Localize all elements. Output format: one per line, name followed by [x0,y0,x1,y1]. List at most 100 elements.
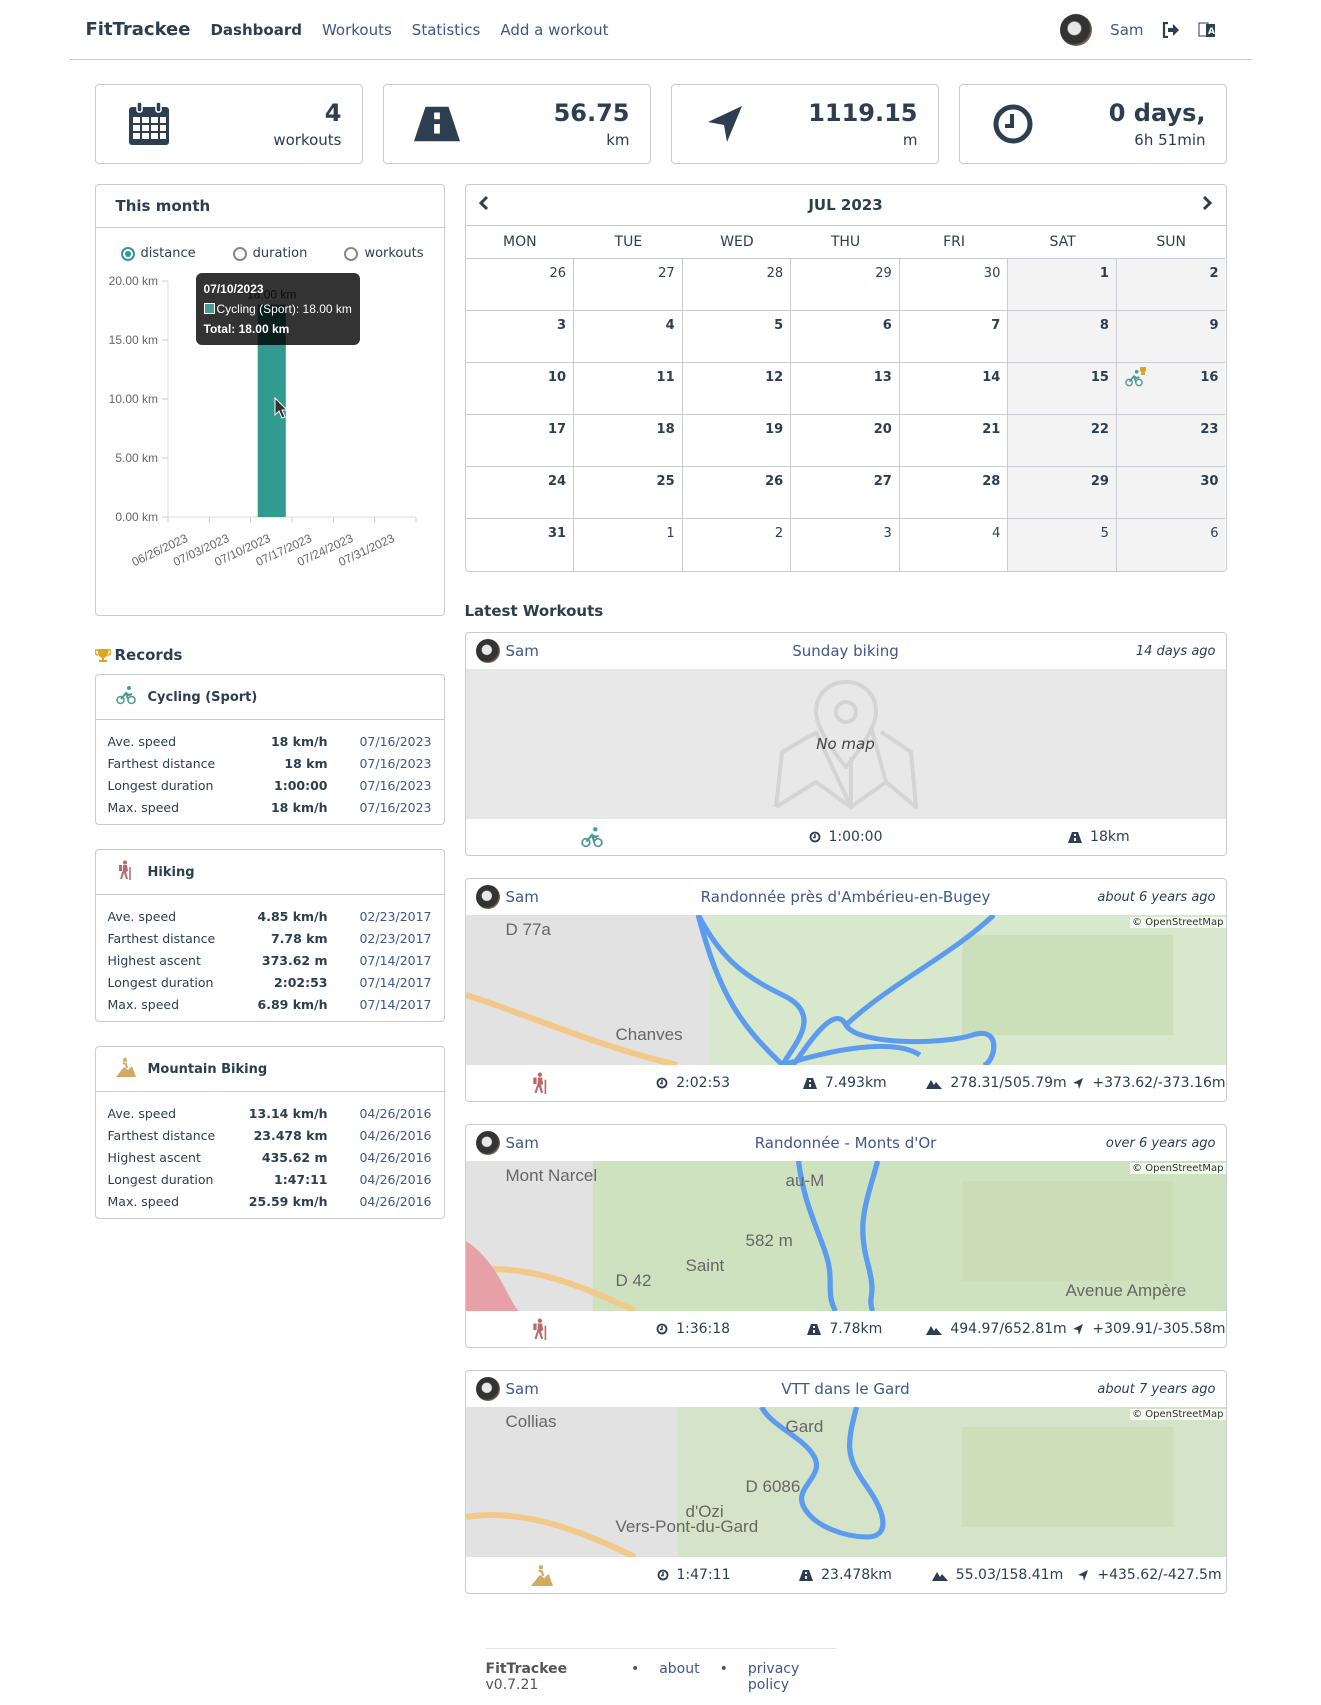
calendar-day[interactable]: 30 [899,259,1009,311]
calendar-prev-button[interactable] [478,195,490,215]
calendar-day[interactable]: 1 [574,519,683,571]
workout-title-link[interactable]: VTT dans le Gard [676,1380,1016,1398]
calendar-day[interactable]: 23 [1116,415,1226,467]
calendar-day[interactable]: 12 [682,363,792,415]
language-icon[interactable]: A [1198,21,1216,39]
calendar-day[interactable]: 14 [899,363,1009,415]
calendar-day[interactable]: 4 [574,311,683,363]
month-chart-title: This month [95,185,444,228]
record-date-link[interactable]: 02/23/2017 [359,931,431,946]
calendar-day-number: 16 [1200,370,1219,385]
calendar-day[interactable]: 3 [791,519,900,571]
workout-map-image[interactable] [465,915,1226,1065]
workout-map[interactable]: Chanves D 77a © OpenStreetMap [465,915,1226,1065]
record-date-link[interactable]: 04/26/2016 [359,1128,431,1143]
calendar-day[interactable]: 28 [899,467,1009,519]
record-date-link[interactable]: 04/26/2016 [359,1106,431,1121]
calendar-day[interactable]: 25 [574,467,683,519]
nav-workouts[interactable]: Workouts [322,21,392,39]
calendar-day[interactable]: 22 [1008,415,1117,467]
user-avatar[interactable] [1060,13,1093,46]
calendar-day[interactable]: 5 [1008,519,1117,571]
record-label: Farthest distance [107,1127,216,1143]
record-date-link[interactable]: 04/26/2016 [359,1150,431,1165]
calendar-day[interactable]: 10 [465,363,575,415]
radio-duration[interactable]: duration [232,246,307,261]
calendar-day[interactable]: 2 [1116,259,1226,311]
calendar-day[interactable]: 21 [899,415,1009,467]
location-arrow-icon [1073,1078,1084,1089]
calendar-day[interactable]: 1 [1008,259,1117,311]
workout-map[interactable]: D 42 Mont Narcel 582 m Saint au-M Avenue Ampè… [465,1161,1226,1311]
record-date-link[interactable]: 07/14/2017 [359,953,431,968]
calendar-day[interactable]: 19 [682,415,792,467]
radio-distance[interactable]: distance [120,246,196,261]
workout-sport [466,826,719,848]
workout-title-link[interactable]: Randonnée près d'Ambérieu-en-Bugey [676,888,1016,906]
page-container: 4 workouts 56.75 km 1119.15 m 0 days, 6h… [70,84,1252,1705]
calendar-day[interactable]: 7 [899,311,1009,363]
calendar-day[interactable]: 26 [682,467,792,519]
nav-add-workout[interactable]: Add a workout [500,21,608,39]
record-date-link[interactable]: 07/16/2023 [359,800,431,815]
map-attribution[interactable]: © OpenStreetMap [1130,1163,1226,1174]
calendar-day[interactable]: 5 [682,311,792,363]
brand-logo[interactable]: FitTrackee [86,19,191,40]
calendar-day[interactable]: 9 [1116,311,1226,363]
calendar-day[interactable]: 3 [465,311,575,363]
record-date-link[interactable]: 07/16/2023 [359,756,431,771]
calendar-day[interactable]: 29 [1008,467,1117,519]
calendar-day[interactable]: 4 [900,519,1009,571]
calendar-day[interactable]: 31 [466,519,575,571]
user-avatar [475,885,500,909]
nav-username[interactable]: Sam [1110,21,1143,39]
calendar-day[interactable]: 17 [465,415,575,467]
calendar-day[interactable]: 8 [1008,311,1117,363]
record-date-link[interactable]: 07/14/2017 [359,975,431,990]
calendar-day[interactable]: 20 [791,415,900,467]
radio-unchecked-icon[interactable] [232,246,247,261]
calendar-workout-link[interactable] [1125,367,1146,391]
map-attribution[interactable]: © OpenStreetMap [1130,917,1226,928]
calendar-day[interactable]: 29 [791,259,900,311]
record-date-link[interactable]: 07/16/2023 [359,778,431,793]
record-date-link[interactable]: 02/23/2017 [359,909,431,924]
radio-workouts[interactable]: workouts [344,246,424,261]
footer-about-link[interactable]: about [659,1661,699,1693]
footer-privacy-link[interactable]: privacy policy [748,1661,836,1693]
calendar-day[interactable]: 27 [574,259,683,311]
radio-unchecked-icon[interactable] [344,246,359,261]
workout-header: Sam VTT dans le Gard about 7 years ago [466,1371,1226,1407]
workout-title-link[interactable]: Sunday biking [676,642,1016,660]
workout-title-link[interactable]: Randonnée - Monts d'Or [676,1134,1016,1152]
record-date-link[interactable]: 04/26/2016 [359,1172,431,1187]
workout-user-link[interactable]: Sam [475,1377,676,1401]
nav-dashboard[interactable]: Dashboard [210,21,301,39]
workout-user-link[interactable]: Sam [475,885,676,909]
workout-user-link[interactable]: Sam [475,639,676,663]
calendar-day[interactable]: 28 [682,259,792,311]
workout-user-link[interactable]: Sam [475,1131,676,1155]
calendar-day[interactable]: 13 [791,363,900,415]
calendar-day[interactable]: 11 [574,363,683,415]
workout-map[interactable]: Vers-Pont-du-Gard Collias D 6086 d'Ozi Gard ©… [465,1407,1226,1557]
record-date-link[interactable]: 04/26/2016 [359,1194,431,1209]
radio-checked-icon[interactable] [120,246,135,261]
logout-icon[interactable] [1162,21,1180,39]
calendar-day[interactable]: 2 [683,519,792,571]
record-date-link[interactable]: 07/14/2017 [359,997,431,1012]
calendar-next-button[interactable] [1201,195,1213,215]
calendar-day[interactable]: 24 [465,467,575,519]
calendar-day[interactable]: 27 [791,467,900,519]
calendar-day[interactable]: 6 [1116,519,1226,571]
workout-map-image[interactable] [465,1407,1226,1557]
calendar-day[interactable]: 26 [465,259,575,311]
calendar-day[interactable]: 6 [791,311,900,363]
calendar-day[interactable]: 16 [1116,363,1226,415]
calendar-day[interactable]: 30 [1116,467,1226,519]
calendar-day[interactable]: 18 [574,415,683,467]
calendar-day[interactable]: 15 [1008,363,1117,415]
nav-statistics[interactable]: Statistics [412,21,481,39]
record-date-link[interactable]: 07/16/2023 [359,734,431,749]
map-attribution[interactable]: © OpenStreetMap [1130,1409,1226,1420]
